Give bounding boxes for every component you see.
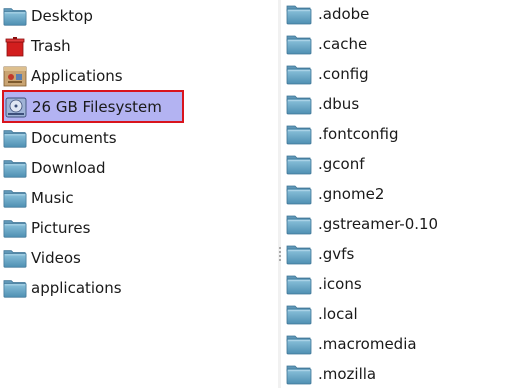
sidebar-item-label: Applications bbox=[31, 67, 123, 85]
file-name: .adobe bbox=[318, 5, 370, 23]
list-item[interactable]: .config bbox=[286, 60, 524, 88]
splitter-grip[interactable] bbox=[279, 247, 281, 261]
hard-drive-icon bbox=[5, 97, 27, 117]
list-item[interactable]: .gnome2 bbox=[286, 180, 524, 208]
file-name: .gconf bbox=[318, 155, 365, 173]
sidebar-item-label: Trash bbox=[31, 37, 71, 55]
file-name: .dbus bbox=[318, 95, 360, 113]
sidebar-item-label: 26 GB Filesystem bbox=[32, 97, 162, 116]
applications-icon bbox=[3, 66, 27, 87]
file-list: .adobe .cache .config .dbus .fontconfig … bbox=[282, 0, 527, 388]
trash-icon bbox=[5, 37, 25, 57]
folder-icon bbox=[3, 216, 27, 240]
sidebar-item-label: Videos bbox=[31, 249, 81, 267]
list-item[interactable]: .fontconfig bbox=[286, 120, 524, 148]
sidebar-item-videos[interactable]: Videos bbox=[3, 244, 275, 272]
sidebar-item-label: Download bbox=[31, 159, 106, 177]
file-name: .mozilla bbox=[318, 365, 377, 383]
list-item[interactable]: .gconf bbox=[286, 150, 524, 178]
folder-icon bbox=[3, 126, 27, 150]
folder-icon bbox=[286, 123, 312, 145]
file-name: .cache bbox=[318, 35, 368, 53]
sidebar-item-label: Desktop bbox=[31, 7, 93, 25]
folder-icon bbox=[3, 156, 27, 180]
list-item[interactable]: .cache bbox=[286, 30, 524, 58]
file-name: .config bbox=[318, 65, 369, 83]
file-name: .fontconfig bbox=[318, 125, 399, 143]
file-name: .gstreamer-0.10 bbox=[318, 215, 439, 233]
folder-icon bbox=[286, 3, 312, 25]
folder-icon bbox=[286, 243, 312, 265]
list-item[interactable]: .macromedia bbox=[286, 330, 524, 358]
list-item[interactable]: .icons bbox=[286, 270, 524, 298]
list-item[interactable]: .gvfs bbox=[286, 240, 524, 268]
sidebar-item-label: applications bbox=[31, 279, 122, 297]
sidebar-item-music[interactable]: Music bbox=[3, 184, 275, 212]
file-name: .icons bbox=[318, 275, 362, 293]
folder-icon bbox=[286, 33, 312, 55]
sidebar-item-applications[interactable]: Applications bbox=[3, 62, 275, 90]
sidebar-item-label: Music bbox=[31, 189, 74, 207]
folder-icon bbox=[3, 4, 27, 28]
list-item[interactable]: .adobe bbox=[286, 0, 524, 28]
folder-icon bbox=[286, 303, 312, 325]
sidebar-item-trash[interactable]: Trash bbox=[3, 32, 275, 60]
sidebar-item-download[interactable]: Download bbox=[3, 154, 275, 182]
file-name: .gvfs bbox=[318, 245, 355, 263]
list-item[interactable]: .dbus bbox=[286, 90, 524, 118]
folder-icon bbox=[286, 273, 312, 295]
sidebar-item-applications-folder[interactable]: applications bbox=[3, 274, 275, 302]
sidebar-item-label: Documents bbox=[31, 129, 117, 147]
list-item[interactable]: .gstreamer-0.10 bbox=[286, 210, 524, 238]
folder-icon bbox=[286, 63, 312, 85]
folder-icon bbox=[3, 246, 27, 270]
file-name: .gnome2 bbox=[318, 185, 385, 203]
folder-icon bbox=[3, 186, 27, 210]
sidebar-item-label: Pictures bbox=[31, 219, 91, 237]
pane-splitter[interactable] bbox=[278, 0, 281, 388]
folder-icon bbox=[286, 93, 312, 115]
folder-icon bbox=[286, 363, 312, 385]
folder-icon bbox=[286, 333, 312, 355]
folder-icon bbox=[286, 183, 312, 205]
sidebar-item-documents[interactable]: Documents bbox=[3, 124, 275, 152]
sidebar-item-desktop[interactable]: Desktop bbox=[3, 2, 275, 30]
sidebar-item-filesystem[interactable]: 26 GB Filesystem bbox=[2, 90, 184, 123]
folder-icon bbox=[286, 213, 312, 235]
file-name: .local bbox=[318, 305, 358, 323]
list-item[interactable]: .mozilla bbox=[286, 360, 524, 388]
file-name: .macromedia bbox=[318, 335, 417, 353]
folder-icon bbox=[3, 276, 27, 300]
places-sidebar: Desktop Trash Applications 26 GB Filesys… bbox=[0, 0, 278, 388]
sidebar-item-pictures[interactable]: Pictures bbox=[3, 214, 275, 242]
folder-icon bbox=[286, 153, 312, 175]
list-item[interactable]: .local bbox=[286, 300, 524, 328]
